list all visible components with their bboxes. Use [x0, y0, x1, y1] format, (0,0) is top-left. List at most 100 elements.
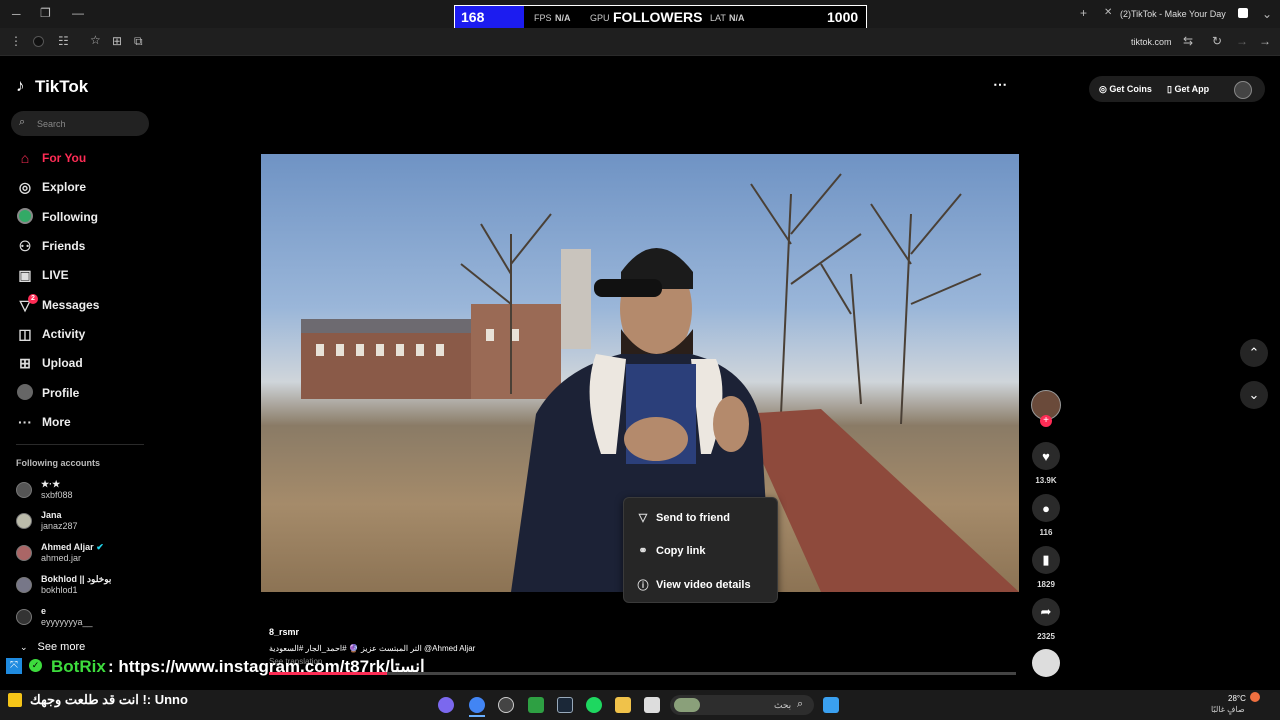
menu-dots-icon[interactable]: ⋮ [10, 34, 22, 48]
folder-icon[interactable] [615, 697, 631, 713]
next-video-button[interactable]: ⌄ [1240, 381, 1268, 409]
bookmark-star-icon[interactable]: ☆ [90, 33, 101, 47]
restore-icon[interactable]: ❐ [40, 6, 51, 20]
video-author[interactable]: 8_rsmr [269, 627, 299, 637]
follow-plus-icon[interactable]: + [1040, 415, 1052, 427]
nav-friends[interactable]: ⚇ Friends [16, 234, 86, 258]
sound-disc[interactable] [1032, 649, 1060, 677]
link-icon: ⚭ [638, 545, 648, 557]
previous-video-button[interactable]: ⌃ [1240, 339, 1268, 367]
lat-value: N/A [729, 13, 745, 23]
following-account[interactable]: e eyyyyyyya__ [16, 606, 93, 628]
avatar-icon [16, 207, 34, 227]
get-coins-button[interactable]: ◎ Get Coins [1099, 84, 1152, 95]
nav-following[interactable]: Following [16, 205, 98, 229]
phone-icon: ▯ [1167, 84, 1172, 94]
window-close-icon[interactable]: — [72, 6, 84, 20]
see-more-button[interactable]: ⌄ See more [20, 641, 85, 653]
nav-label: Activity [42, 327, 86, 341]
send-icon: ▽ [638, 512, 648, 524]
copy-link-item[interactable]: ⚭ Copy link [636, 544, 705, 558]
tiktok-logo-icon[interactable]: ♪ [16, 76, 25, 96]
send-to-friend-item[interactable]: ▽ Send to friend [636, 511, 730, 525]
xbox-icon[interactable] [528, 697, 544, 713]
comment-button[interactable]: ● [1032, 494, 1060, 522]
nav-live[interactable]: ▣ LIVE [16, 263, 68, 287]
new-tab-icon[interactable]: + [1080, 6, 1087, 20]
save-button[interactable]: ▮ [1032, 546, 1060, 574]
info-icon: ⓘ [637, 580, 649, 592]
nav-activity[interactable]: ◫ Activity [16, 322, 85, 346]
account-name: ★·★ [41, 479, 61, 489]
gpu-label: GPU [590, 13, 610, 23]
sidebar-divider [16, 444, 144, 445]
following-account[interactable]: Jana janaz287 [16, 510, 78, 532]
forward-icon[interactable]: → [1236, 34, 1248, 48]
nav-label: Friends [42, 239, 86, 253]
minimize-icon[interactable]: ─ [12, 7, 21, 21]
check-badge-icon: ✓ [29, 659, 42, 672]
tab-title[interactable]: (2)TikTok - Make Your Day [1120, 9, 1226, 19]
video-caption: التر المبتسث عزيز 🔮 #احمد_الجار #السعودي… [269, 644, 476, 653]
nav-upload[interactable]: ⊞ Upload [16, 351, 83, 375]
avatar [16, 609, 32, 625]
chevron-up-icon: ⌃ [1248, 345, 1260, 360]
steam-icon[interactable] [557, 697, 573, 713]
friends-icon: ⚇ [18, 237, 32, 254]
get-app-button[interactable]: ▯ Get App [1167, 84, 1209, 95]
lat-label: LAT [710, 13, 726, 23]
get-coins-label: Get Coins [1109, 84, 1152, 94]
url-text[interactable]: tiktok.com [1131, 37, 1172, 47]
share-icon: ➦ [1040, 604, 1052, 619]
screenshot-icon[interactable]: ⧉ [134, 34, 143, 49]
nav-more[interactable]: ··· More [16, 410, 71, 434]
comment-count: 116 [1039, 528, 1053, 537]
account-name: Jana [41, 510, 62, 520]
taskbar-search-placeholder: بحث [774, 700, 792, 710]
reader-icon[interactable]: ☷ [58, 34, 69, 48]
chevron-down-icon[interactable]: ⌄ [1262, 7, 1272, 21]
discord-icon[interactable] [438, 697, 454, 713]
extension-icon[interactable] [33, 36, 44, 47]
obs-icon[interactable] [498, 697, 514, 713]
windows-start-icon[interactable] [823, 697, 839, 713]
heart-icon: ♥ [1042, 448, 1050, 464]
share-button[interactable]: ➦ [1032, 598, 1060, 626]
back-icon[interactable]: → [1259, 34, 1271, 48]
browser-address-bar: ⋮ ☷ ☆ ⊞ ⧉ tiktok.com ⇆ ↻ → → [0, 28, 1280, 56]
activity-icon: ◫ [18, 325, 32, 342]
weather-temp: 28°C [1228, 694, 1246, 703]
translate-icon[interactable]: ⊞ [112, 34, 122, 48]
spotify-icon[interactable] [586, 697, 602, 713]
search-placeholder: Search [37, 119, 66, 129]
reload-icon[interactable]: ↻ [1212, 34, 1222, 48]
account-name: Ahmed Aljar [41, 542, 94, 552]
live-icon: ▣ [18, 266, 32, 283]
weather-icon [1250, 692, 1260, 702]
nav-for-you[interactable]: ⌂ For You [16, 146, 86, 170]
nav-explore[interactable]: ◎ Explore [16, 175, 86, 199]
site-settings-icon[interactable]: ⇆ [1183, 34, 1193, 48]
like-button[interactable]: ♥ [1032, 442, 1060, 470]
taskbar-search[interactable]: بحث ⌕ [670, 695, 814, 715]
weather-desc: صافٍ غالبًا [1211, 705, 1245, 714]
store-icon[interactable] [644, 697, 660, 713]
active-app-indicator [469, 715, 485, 717]
following-account[interactable]: Ahmed Aljar ✔ ahmed.jar [16, 542, 104, 564]
following-account[interactable]: ★·★ sxbf088 [16, 479, 73, 501]
video-progress-fill [269, 672, 387, 675]
search-box[interactable]: ⌕ Search [11, 111, 149, 136]
user-avatar[interactable] [1234, 81, 1252, 99]
followers-label: FOLLOWERS [613, 9, 703, 25]
chrome-icon[interactable] [469, 697, 485, 713]
view-video-details-item[interactable]: ⓘ View video details [636, 577, 751, 593]
avatar [16, 545, 32, 561]
following-heading: Following accounts [16, 458, 101, 468]
more-options-icon[interactable]: ⋯ [993, 76, 1007, 93]
nav-profile[interactable]: Profile [16, 381, 79, 405]
tiktok-logo[interactable]: TikTok [35, 77, 88, 97]
following-account[interactable]: Bokhlod || بوخلود bokhlod1 [16, 574, 111, 596]
search-icon: ⌕ [19, 116, 26, 128]
share-count: 2325 [1037, 632, 1055, 641]
tab-close-icon[interactable]: ✕ [1104, 7, 1112, 18]
